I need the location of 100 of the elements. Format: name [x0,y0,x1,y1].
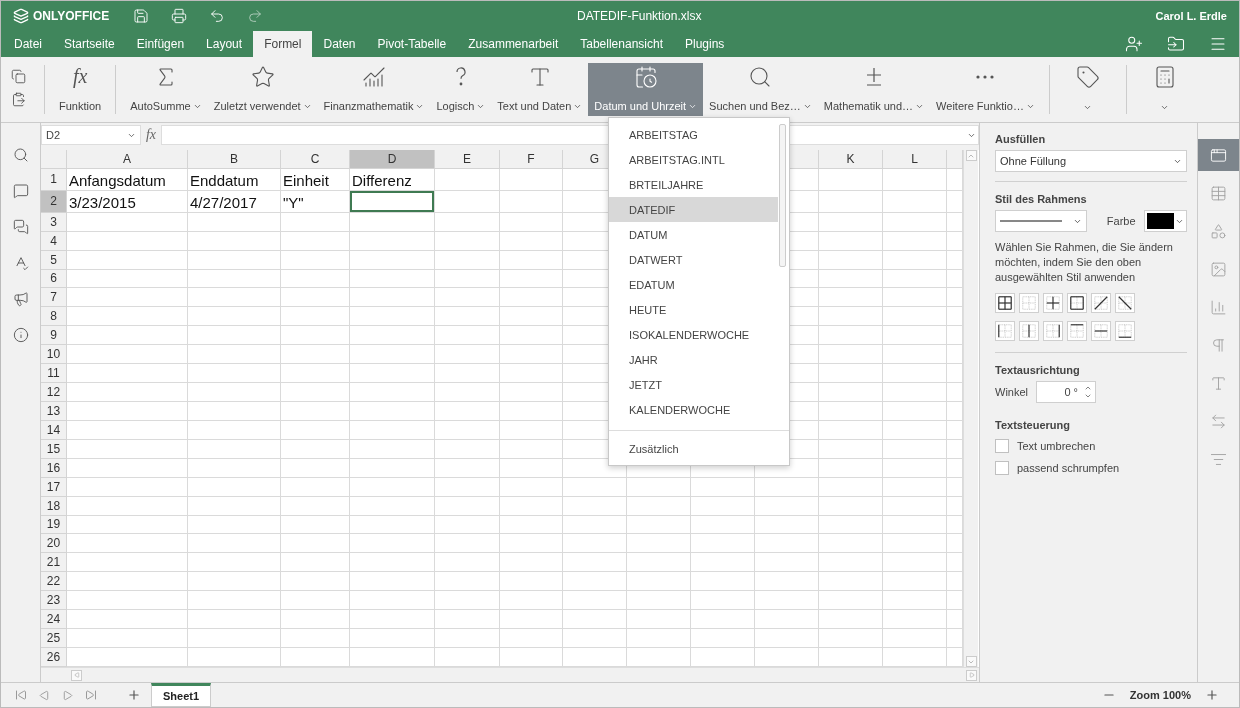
ribbon-tab[interactable]: Tabellenansicht [569,31,674,57]
last-sheet-icon[interactable] [85,689,97,701]
row-header[interactable]: 8 [41,307,67,327]
ribbon-tab[interactable]: Daten [312,31,367,57]
info-icon[interactable] [12,327,29,343]
function-category-button[interactable]: Weitere Funktio… [930,63,1041,116]
name-box[interactable]: D2 [41,125,141,145]
column-header[interactable]: F [500,150,563,169]
row-header[interactable]: 20 [41,534,67,554]
ribbon-tab[interactable]: Startseite [53,31,126,57]
redo-icon[interactable] [247,8,263,24]
side-panel-tab[interactable] [1198,139,1239,171]
row-header[interactable]: 9 [41,326,67,346]
menu-item[interactable]: BRTEILJAHRE [609,172,778,197]
function-category-button[interactable]: Finanzmathematik [317,63,431,116]
menu-scrollbar[interactable] [779,124,786,267]
sheet-tab[interactable]: Sheet1 [151,682,212,707]
row-header[interactable]: 22 [41,572,67,592]
vertical-scrollbar[interactable] [963,150,978,667]
chat-icon[interactable] [12,219,29,235]
ribbon-tab[interactable]: Datei [3,31,53,57]
angle-spinner[interactable]: 0 ° [1036,381,1096,403]
menu-item[interactable]: DATEDIF [609,197,778,222]
border-preset-button[interactable] [1115,293,1135,313]
add-user-icon[interactable] [1125,35,1143,53]
border-color-picker[interactable] [1143,210,1187,232]
ribbon-tab[interactable]: Formel [253,31,313,57]
fill-select[interactable]: Ohne Füllung [995,150,1187,172]
print-icon[interactable] [171,8,187,24]
menu-item[interactable]: DATUM [609,222,778,247]
menu-item[interactable]: DATWERT [609,247,778,272]
first-sheet-icon[interactable] [15,689,27,701]
ribbon-tab[interactable]: Layout [195,31,254,57]
row-header[interactable]: 1 [41,168,67,191]
border-preset-button[interactable] [1067,321,1087,341]
menu-item[interactable]: JAHR [609,347,778,372]
row-header[interactable]: 21 [41,553,67,573]
previous-sheet-icon[interactable] [39,689,50,701]
row-header[interactable]: 25 [41,629,67,648]
function-category-button[interactable]: Text und Daten [491,63,589,116]
copy-icon[interactable] [11,69,26,84]
megaphone-icon[interactable] [12,291,29,307]
increment-icon[interactable] [1084,384,1092,392]
menu-item[interactable]: JETZT [609,372,778,397]
menu-item[interactable]: KALENDERWOCHE [609,397,778,422]
border-style-select[interactable] [995,210,1087,232]
scroll-left-icon[interactable] [73,672,80,678]
function-category-button[interactable]: Suchen und Bez… [703,63,818,116]
decrement-icon[interactable] [1084,392,1092,400]
ribbon-tab[interactable]: Plugins [674,31,736,57]
function-button[interactable]: fx Funktion [53,63,108,116]
scroll-right-icon[interactable] [968,672,975,678]
menu-icon[interactable] [1209,35,1227,53]
ribbon-tab[interactable]: Einfügen [125,31,196,57]
zoom-in-icon[interactable] [1205,688,1219,702]
row-header[interactable]: 24 [41,610,67,630]
menu-item[interactable]: ARBEITSTAG [609,122,778,147]
function-category-button[interactable]: AutoSumme [124,63,208,116]
border-preset-button[interactable] [1091,293,1111,313]
border-preset-button[interactable] [995,293,1015,313]
column-header[interactable]: K [819,150,883,169]
row-header[interactable]: 12 [41,383,67,402]
menu-item[interactable]: Zusätzlich [609,436,778,461]
menu-item[interactable]: EDATUM [609,272,778,297]
row-header[interactable]: 11 [41,364,67,384]
add-sheet-icon[interactable] [127,688,141,702]
ribbon-tab[interactable]: Pivot-Tabelle [366,31,458,57]
search-icon[interactable] [12,147,29,163]
row-header[interactable]: 2 [41,190,67,213]
column-header[interactable]: D [350,150,435,169]
row-header[interactable]: 7 [41,288,67,308]
function-category-button[interactable]: Zuletzt verwendet [207,63,318,116]
column-header[interactable]: A [67,150,188,169]
function-category-button[interactable]: Logisch [430,63,492,116]
row-header[interactable]: 23 [41,591,67,611]
comment-icon[interactable] [12,183,29,199]
function-category-button[interactable]: Mathematik und… [817,63,931,116]
ribbon-tab[interactable]: Zusammenarbeit [457,31,570,57]
column-header[interactable]: E [435,150,500,169]
menu-item[interactable]: HEUTE [609,297,778,322]
border-preset-button[interactable] [1115,321,1135,341]
table-cell [435,610,500,630]
next-sheet-icon[interactable] [62,689,73,701]
column-header[interactable]: B [188,150,281,169]
horizontal-scrollbar[interactable] [41,667,979,682]
undo-icon[interactable] [209,8,225,24]
open-location-icon[interactable] [1167,35,1185,53]
border-preset-button[interactable] [1043,321,1063,341]
paste-icon[interactable] [11,92,26,107]
insert-function-button[interactable]: fx [141,125,161,145]
checkbox[interactable] [995,461,1009,475]
row-header[interactable]: 10 [41,345,67,365]
border-preset-button[interactable] [1067,293,1087,313]
column-header[interactable]: L [883,150,947,169]
column-header[interactable]: C [281,150,350,169]
menu-item[interactable]: ISOKALENDERWOCHE [609,322,778,347]
save-icon[interactable] [133,8,149,24]
border-preset-button[interactable] [995,321,1015,341]
function-category-button[interactable]: Datum und Uhrzeit [588,63,704,116]
checkbox[interactable] [995,439,1009,453]
